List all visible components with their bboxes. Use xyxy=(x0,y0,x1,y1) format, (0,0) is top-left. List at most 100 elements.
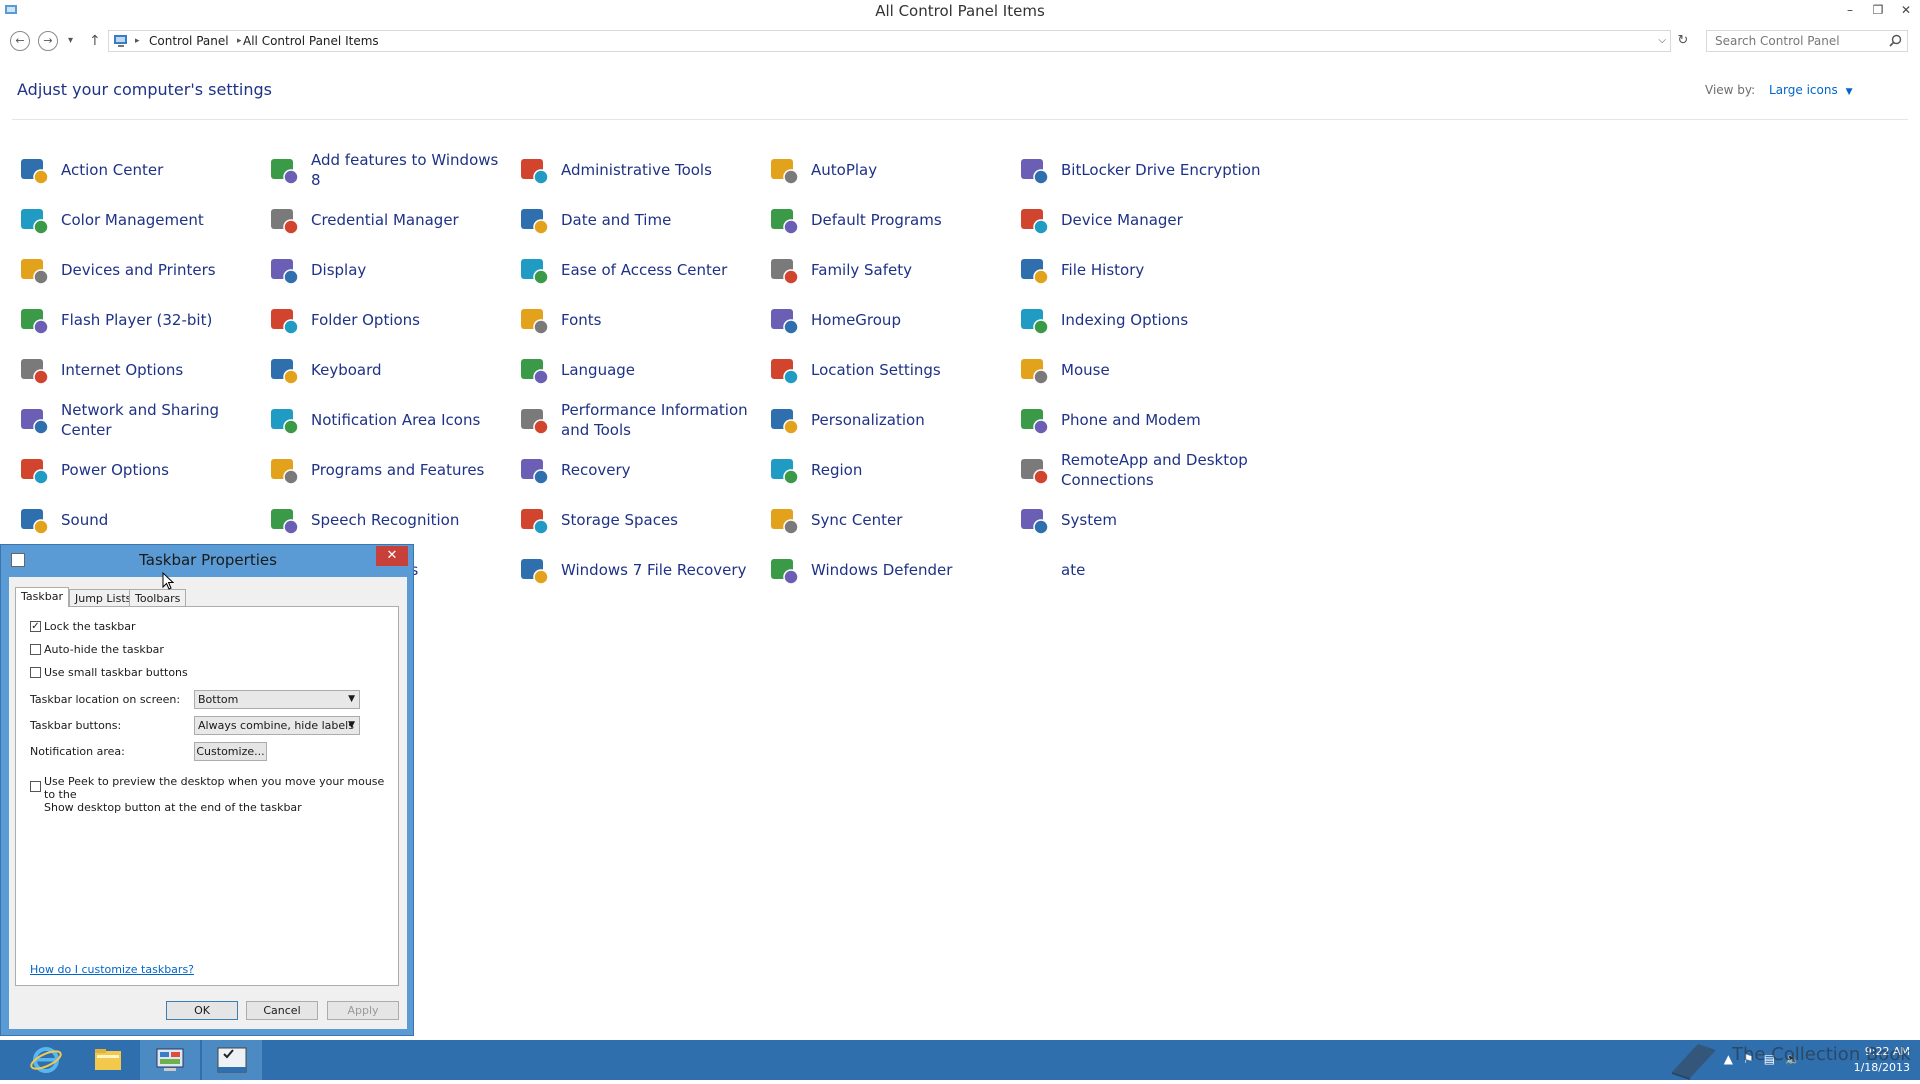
control-panel-item[interactable]: Phone and Modem xyxy=(1017,396,1262,444)
breadcrumb-control-panel[interactable]: Control Panel xyxy=(149,31,229,51)
control-panel-item[interactable]: Sync Center xyxy=(767,496,1012,544)
control-panel-item[interactable]: Recovery xyxy=(517,446,762,494)
control-panel-item[interactable]: Language xyxy=(517,346,762,394)
control-panel-item-label: Recovery xyxy=(561,461,631,479)
peek-option[interactable]: Use Peek to preview the desktop when you… xyxy=(30,775,398,814)
view-by-selector[interactable]: Large icons xyxy=(1769,83,1838,97)
ok-button[interactable]: OK xyxy=(166,1001,238,1020)
default-programs-icon xyxy=(771,209,799,235)
control-panel-item[interactable]: Network and Sharing Center xyxy=(17,396,262,444)
customize-button[interactable]: Customize... xyxy=(194,742,267,761)
control-panel-item[interactable]: Programs and Features xyxy=(267,446,512,494)
control-panel-item-label: Region xyxy=(811,461,863,479)
control-panel-item[interactable]: ate xyxy=(1017,546,1262,594)
restore-icon[interactable]: ❐ xyxy=(1864,0,1892,22)
control-panel-item[interactable]: Indexing Options xyxy=(1017,296,1262,344)
autohide-checkbox[interactable] xyxy=(30,644,41,655)
control-panel-item[interactable]: Speech Recognition xyxy=(267,496,512,544)
dialog-body: Taskbar Jump Lists Toolbars ✓ Lock the t… xyxy=(9,577,407,1029)
search-icon[interactable] xyxy=(1889,34,1902,47)
control-panel-item[interactable]: File History xyxy=(1017,246,1262,294)
control-panel-item[interactable]: Action Center xyxy=(17,146,262,194)
address-dropdown-icon[interactable]: ⌵ xyxy=(1658,31,1666,51)
control-panel-item[interactable]: Date and Time xyxy=(517,196,762,244)
region-icon xyxy=(771,459,799,485)
taskbar-properties-button[interactable] xyxy=(202,1040,262,1080)
minimize-icon[interactable]: – xyxy=(1836,0,1864,22)
control-panel-item[interactable]: Ease of Access Center xyxy=(517,246,762,294)
control-panel-item[interactable]: Devices and Printers xyxy=(17,246,262,294)
control-panel-item[interactable]: Folder Options xyxy=(267,296,512,344)
control-panel-item[interactable]: Keyboard xyxy=(267,346,512,394)
control-panel-item[interactable]: Windows 7 File Recovery xyxy=(517,546,762,594)
programs-icon xyxy=(271,459,299,485)
address-bar[interactable]: ▸ Control Panel ▸ All Control Panel Item… xyxy=(108,30,1671,52)
control-panel-item[interactable]: Display xyxy=(267,246,512,294)
control-panel-item[interactable]: Default Programs xyxy=(767,196,1012,244)
peek-checkbox[interactable] xyxy=(30,781,41,792)
control-panel-item[interactable]: Credential Manager xyxy=(267,196,512,244)
control-panel-item-label: AutoPlay xyxy=(811,161,878,179)
control-panel-item-label: Mouse xyxy=(1061,361,1110,379)
control-panel-item[interactable]: System xyxy=(1017,496,1262,544)
control-panel-item-label: Personalization xyxy=(811,411,925,429)
control-panel-item[interactable]: Notification Area Icons xyxy=(267,396,512,444)
dialog-close-button[interactable]: ✕ xyxy=(376,546,408,566)
up-arrow-icon[interactable]: ↑ xyxy=(89,31,101,51)
control-panel-item[interactable]: Region xyxy=(767,446,1012,494)
control-panel-icon xyxy=(156,1048,184,1071)
control-panel-item[interactable]: Location Settings xyxy=(767,346,1012,394)
control-panel-item[interactable]: Personalization xyxy=(767,396,1012,444)
small-buttons-checkbox[interactable] xyxy=(30,667,41,678)
control-panel-item[interactable]: Performance Information and Tools xyxy=(517,396,762,444)
help-link[interactable]: How do I customize taskbars? xyxy=(30,963,194,976)
control-panel-item[interactable]: HomeGroup xyxy=(767,296,1012,344)
control-panel-item[interactable]: Device Manager xyxy=(1017,196,1262,244)
control-panel-item-label: Network and Sharing Center xyxy=(61,401,219,439)
control-panel-item[interactable]: Flash Player (32-bit) xyxy=(17,296,262,344)
control-panel-item[interactable]: Mouse xyxy=(1017,346,1262,394)
control-panel-item[interactable]: Add features to Windows 8 xyxy=(267,146,512,194)
tab-toolbars[interactable]: Toolbars xyxy=(129,589,187,607)
control-panel-item[interactable]: AutoPlay xyxy=(767,146,1012,194)
control-panel-item[interactable]: Internet Options xyxy=(17,346,262,394)
taskbar-control-panel-button[interactable] xyxy=(140,1040,200,1080)
control-panel-item[interactable]: BitLocker Drive Encryption xyxy=(1017,146,1262,194)
address-row: ← → ▾ ↑ ▸ Control Panel ▸ All Control Pa… xyxy=(0,26,1920,56)
taskbar-buttons-select[interactable]: Always combine, hide labels ▼ xyxy=(194,716,360,735)
color-management-icon xyxy=(21,209,49,235)
small-buttons-label: Use small taskbar buttons xyxy=(44,666,188,679)
lock-taskbar-checkbox[interactable]: ✓ xyxy=(30,621,41,632)
location-select[interactable]: Bottom ▼ xyxy=(194,690,360,709)
recent-pages-dropdown[interactable]: ▾ xyxy=(68,31,73,51)
tab-jump-lists[interactable]: Jump Lists xyxy=(69,589,138,607)
control-panel-item[interactable]: Storage Spaces xyxy=(517,496,762,544)
refresh-icon[interactable]: ↻ xyxy=(1674,30,1692,52)
tab-taskbar[interactable]: Taskbar xyxy=(15,587,69,607)
small-buttons-option[interactable]: Use small taskbar buttons xyxy=(30,666,188,679)
cancel-button[interactable]: Cancel xyxy=(246,1001,318,1020)
control-panel-item-label: Date and Time xyxy=(561,211,672,229)
control-panel-item[interactable]: Windows Defender xyxy=(767,546,1012,594)
back-button[interactable]: ← xyxy=(10,31,30,51)
control-panel-item[interactable]: Sound xyxy=(17,496,262,544)
control-panel-item-label: Indexing Options xyxy=(1061,311,1189,329)
control-panel-item[interactable]: Administrative Tools xyxy=(517,146,762,194)
lock-taskbar-option[interactable]: ✓ Lock the taskbar xyxy=(30,620,136,633)
chevron-down-icon[interactable]: ▼ xyxy=(1846,87,1853,97)
taskbar-ie-button[interactable] xyxy=(16,1040,76,1080)
control-panel-item[interactable]: RemoteApp and Desktop Connections xyxy=(1017,446,1262,494)
control-panel-item-label: File History xyxy=(1061,261,1145,279)
autohide-option[interactable]: Auto-hide the taskbar xyxy=(30,643,164,656)
close-icon[interactable]: ✕ xyxy=(1892,0,1920,22)
breadcrumb-all-items[interactable]: All Control Panel Items xyxy=(243,31,379,51)
control-panel-item[interactable]: Fonts xyxy=(517,296,762,344)
control-panel-item-label: Default Programs xyxy=(811,211,942,229)
control-panel-item[interactable]: Family Safety xyxy=(767,246,1012,294)
forward-button[interactable]: → xyxy=(38,31,58,51)
search-input[interactable]: Search Control Panel xyxy=(1706,30,1908,52)
apply-button[interactable]: Apply xyxy=(327,1001,399,1020)
control-panel-item[interactable]: Color Management xyxy=(17,196,262,244)
control-panel-item[interactable]: Power Options xyxy=(17,446,262,494)
taskbar-explorer-button[interactable] xyxy=(78,1040,138,1080)
